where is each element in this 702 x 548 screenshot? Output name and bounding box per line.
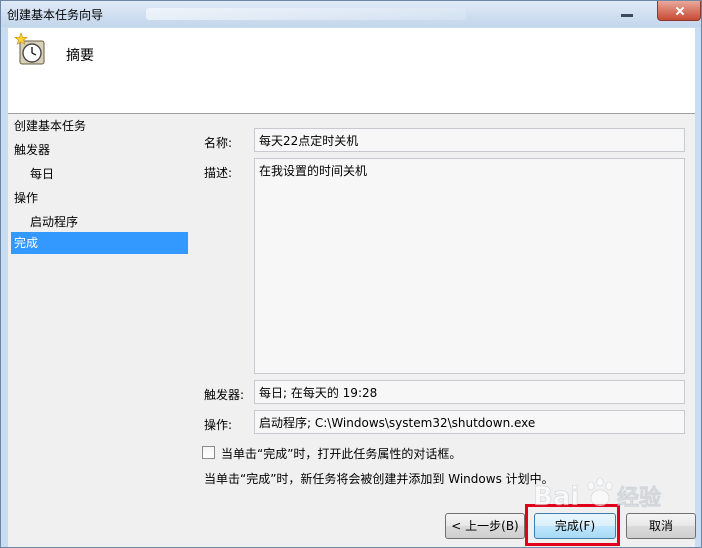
title-bar-blurred-area (146, 8, 466, 20)
window-title: 创建基本任务向导 (7, 8, 104, 22)
trigger-field: 每日; 在每天的 19:28 (254, 380, 685, 404)
step-daily[interactable]: 每日 (11, 163, 54, 185)
wizard-header: 摘要 (8, 28, 695, 114)
step-create-basic-task[interactable]: 创建基本任务 (11, 115, 86, 137)
minimize-icon[interactable] (613, 6, 643, 20)
action-field: 启动程序; C:\Windows\system32\shutdown.exe (254, 410, 685, 434)
back-button[interactable]: < 上一步(B) (445, 513, 525, 539)
step-start-program[interactable]: 启动程序 (11, 211, 78, 233)
title-bar[interactable]: 创建基本任务向导 (1, 1, 701, 27)
finish-note: 当单击“完成”时，新任务将会被创建并添加到 Windows 计划中。 (204, 472, 554, 486)
cancel-button[interactable]: 取消 (626, 513, 696, 539)
step-finish[interactable]: 完成 (11, 232, 188, 254)
wizard-client-area: 摘要 创建基本任务 触发器 每日 操作 启动程序 完成 名称: 每天22点定时关… (8, 28, 696, 547)
wizard-step-list: 创建基本任务 触发器 每日 操作 启动程序 完成 (8, 114, 192, 547)
name-field: 每天22点定时关机 (254, 128, 685, 152)
action-label: 操作: (204, 418, 233, 432)
summary-panel: 名称: 每天22点定时关机 描述: 在我设置的时间关机 触发器: 每日; 在每天… (192, 114, 695, 547)
name-label: 名称: (204, 136, 233, 150)
scheduled-task-clock-icon (14, 32, 45, 65)
open-properties-checkbox[interactable] (202, 446, 215, 459)
page-title: 摘要 (66, 48, 94, 64)
close-icon[interactable] (657, 1, 701, 21)
step-action[interactable]: 操作 (11, 187, 38, 209)
task-wizard-window: 创建基本任务向导 摘要 创建基本任务 触发器 每日 操作 启动程序 完成 名称: (0, 0, 702, 548)
open-properties-label[interactable]: 当单击“完成”时，打开此任务属性的对话框。 (221, 445, 461, 462)
highlight-frame (525, 504, 620, 546)
description-field: 在我设置的时间关机 (254, 158, 685, 374)
step-trigger[interactable]: 触发器 (11, 139, 50, 161)
description-label: 描述: (204, 166, 233, 180)
trigger-label: 触发器: (204, 388, 245, 402)
